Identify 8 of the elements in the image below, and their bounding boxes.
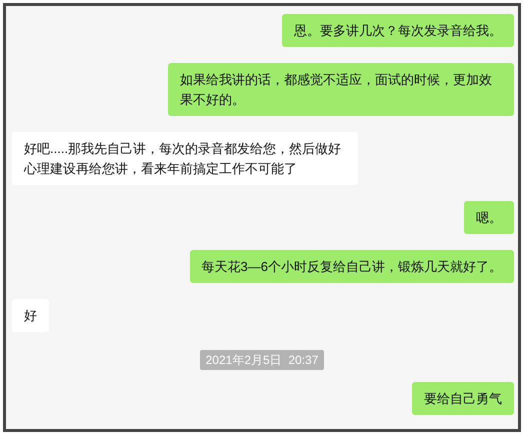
sent-message-bubble: 如果给我讲的话，都感觉不适应，面试的时候，更加效果不好的。 xyxy=(168,63,514,116)
received-message-bubble: 好吧.....那我先自己讲，每次的录音都发给您，然后做好心理建设再给您讲，看来年前搞定工作不可能了 xyxy=(12,132,358,185)
sent-message-bubble: 每天花3—6个小时反复给自己讲，锻炼几天就好了。 xyxy=(190,250,514,283)
sent-message-bubble: 恩。要多讲几次？每次发录音给我。 xyxy=(282,14,514,47)
sent-message-bubble: 嗯。 xyxy=(464,201,514,234)
message-timestamp: 2021年2月5日 20:37 xyxy=(200,350,324,370)
sent-message-bubble: 要给自己勇气 xyxy=(412,382,514,415)
received-message-bubble: 好 xyxy=(12,299,49,332)
